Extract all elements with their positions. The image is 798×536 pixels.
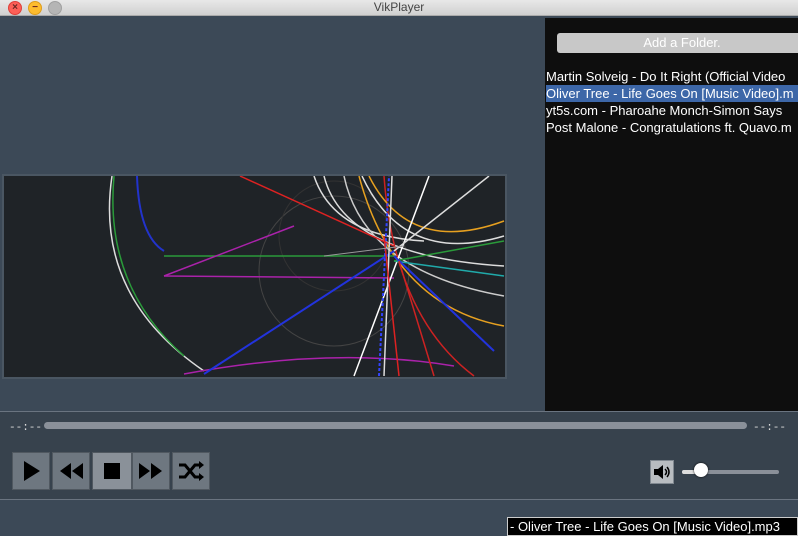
visualizer bbox=[2, 174, 507, 379]
fast-forward-button[interactable] bbox=[132, 452, 170, 490]
rewind-icon bbox=[60, 463, 83, 479]
shuffle-icon bbox=[179, 461, 204, 481]
playlist-item[interactable]: Post Malone - Congratulations ft. Quavo.… bbox=[546, 119, 798, 136]
play-button[interactable] bbox=[12, 452, 50, 490]
rewind-button[interactable] bbox=[52, 452, 90, 490]
mute-button[interactable] bbox=[650, 460, 674, 484]
playlist-item-selected[interactable]: Oliver Tree - Life Goes On [Music Video]… bbox=[546, 85, 798, 102]
window-titlebar: × − VikPlayer bbox=[0, 0, 798, 16]
fast-forward-icon bbox=[139, 463, 162, 479]
ghost-reflection bbox=[0, 497, 240, 536]
volume-knob[interactable] bbox=[694, 463, 709, 477]
transport-bar: --:-- --:-- bbox=[0, 411, 798, 500]
speaker-icon bbox=[654, 465, 670, 479]
add-folder-button[interactable]: Add a Folder. bbox=[557, 33, 798, 53]
seek-slider[interactable] bbox=[44, 422, 747, 429]
stop-icon bbox=[104, 463, 120, 479]
now-playing-label: - Oliver Tree - Life Goes On [Music Vide… bbox=[507, 517, 798, 536]
visualizer-graphic bbox=[108, 176, 505, 377]
playlist-item[interactable]: Martin Solveig - Do It Right (Official V… bbox=[546, 68, 798, 85]
play-icon bbox=[24, 461, 40, 481]
remaining-time: --:-- bbox=[753, 422, 787, 434]
window-title: VikPlayer bbox=[373, 0, 425, 14]
playlist-item[interactable]: yt5s.com - Pharoahe Monch-Simon Says bbox=[546, 102, 798, 119]
playlist-list: Martin Solveig - Do It Right (Official V… bbox=[546, 68, 798, 136]
shuffle-button[interactable] bbox=[172, 452, 210, 490]
elapsed-time: --:-- bbox=[9, 422, 43, 434]
stop-button[interactable] bbox=[92, 452, 132, 490]
